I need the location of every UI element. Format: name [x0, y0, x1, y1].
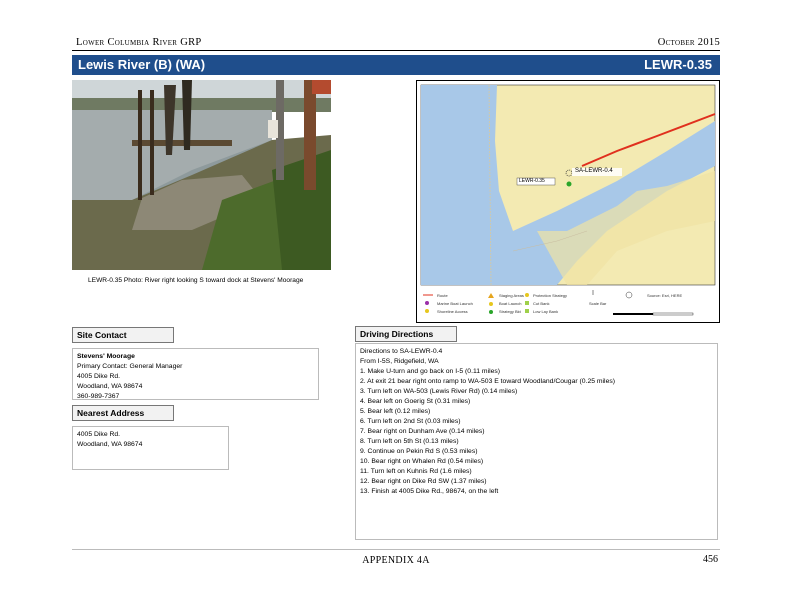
directions-step: 7. Bear right on Dunham Ave (0.14 miles)	[360, 428, 485, 435]
driving-directions-heading: Driving Directions	[355, 326, 457, 342]
legend-source: Source: Esri, HERE	[647, 293, 683, 298]
directions-step: 4. Bear left on Goerig St (0.31 miles)	[360, 398, 471, 405]
legend-low-bank: Low Lay Bank	[533, 309, 559, 314]
legend-protection: Protection Strategy	[533, 293, 568, 298]
directions-step: 8. Turn left on 5th St (0.13 miles)	[360, 438, 459, 445]
contact-phone: 360-989-7367	[77, 393, 120, 400]
legend-boat-launch: Boat Launch	[499, 301, 522, 306]
contact-name: Stevens' Moorage	[77, 353, 135, 360]
header-rule	[72, 50, 720, 51]
site-map: LEWR-0.35 SA-LEWR-0.4 Route Marine Boat …	[416, 80, 720, 323]
directions-step: 9. Continue on Pekin Rd S (0.53 miles)	[360, 448, 478, 455]
legend-marine-launch: Marine Boat Launch	[437, 301, 473, 306]
site-photo	[72, 80, 331, 270]
contact-role: Primary Contact: General Manager	[77, 363, 183, 370]
legend-cut-bank: Cut Bank	[533, 301, 550, 306]
nearest-address-box: 4005 Dike Rd. Woodland, WA 98674	[72, 426, 229, 470]
map-staging-label: SA-LEWR-0.4	[575, 168, 613, 174]
header-left: Lower Columbia River GRP	[76, 37, 202, 48]
legend-route: Route	[437, 293, 448, 298]
directions-step: 13. Finish at 4005 Dike Rd., 98674, on t…	[360, 488, 499, 495]
map-legend: Route Marine Boat Launch Shoreline Acces…	[437, 291, 717, 321]
contact-street: 4005 Dike Rd.	[77, 373, 121, 380]
address-city: Woodland, WA 98674	[77, 441, 143, 448]
driving-directions-box: Directions to SA-LEWR-0.4 From I-5S, Rid…	[355, 343, 718, 540]
directions-step: 10. Bear right on Whalen Rd (0.54 miles)	[360, 458, 484, 465]
footer-appendix: APPENDIX 4A	[362, 555, 430, 566]
directions-step: 11. Turn left on Kuhnis Rd (1.6 miles)	[360, 468, 472, 475]
title-bar: Lewis River (B) (WA) LEWR-0.35	[72, 55, 720, 75]
directions-step: 5. Bear left (0.12 miles)	[360, 408, 431, 415]
site-id: LEWR-0.35	[644, 57, 712, 72]
legend-strategy: Strategy Bkt	[499, 309, 521, 314]
map-site-label: LEWR-0.35	[519, 178, 545, 184]
header-right: October 2015	[657, 37, 720, 48]
site-title: Lewis River (B) (WA)	[78, 57, 206, 72]
site-contact-heading: Site Contact	[72, 327, 174, 343]
directions-step: 6. Turn left on 2nd St (0.03 miles)	[360, 418, 461, 425]
nearest-address-heading: Nearest Address	[72, 405, 174, 421]
directions-step: 12. Bear right on Dike Rd SW (1.37 miles…	[360, 478, 487, 485]
photo-caption: LEWR-0.35 Photo: River right looking S t…	[88, 277, 304, 284]
directions-step: 1. Make U-turn and go back on I-5 (0.11 …	[360, 368, 501, 375]
legend-shoreline: Shoreline Access	[437, 309, 468, 314]
directions-step: 3. Turn left on WA-503 (Lewis River Rd) …	[360, 388, 518, 395]
directions-line: Directions to SA-LEWR-0.4	[360, 348, 443, 355]
directions-step: 2. At exit 21 bear right onto ramp to WA…	[360, 378, 616, 385]
site-contact-box: Stevens' Moorage Primary Contact: Genera…	[72, 348, 319, 400]
directions-line: From I-5S, Ridgefield, WA	[360, 358, 439, 365]
page-number: 456	[703, 554, 718, 565]
legend-scale: Scale Bar	[589, 301, 607, 306]
footer-rule	[72, 549, 720, 550]
address-street: 4005 Dike Rd.	[77, 431, 121, 438]
legend-staging: Staging Areas	[499, 293, 524, 298]
contact-city: Woodland, WA 98674	[77, 383, 143, 390]
